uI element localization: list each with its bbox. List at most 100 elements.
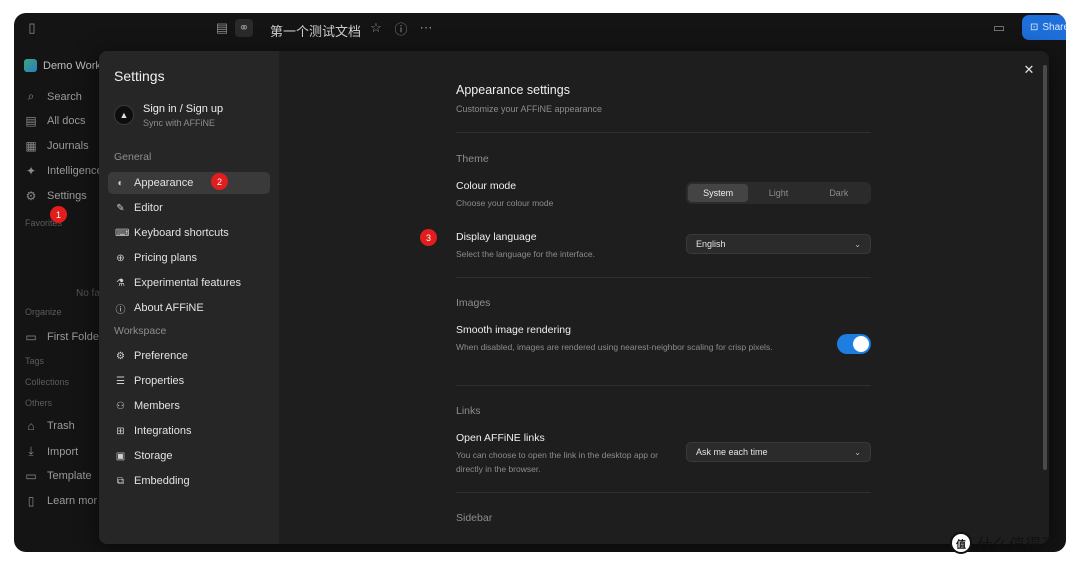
colour-option-system[interactable]: System [688, 184, 749, 202]
images-group-label: Images [456, 297, 491, 309]
share-button[interactable]: ⊡ Share [1022, 15, 1066, 40]
app-window: ▯ ▤ ⚭ 第一个测试文档 ☆ ⓘ ⋯ ▭ ⊡ Share Demo Work … [14, 13, 1066, 552]
gear-icon: ⚙ [25, 189, 37, 203]
account-entry[interactable]: ▲ Sign in / Sign up Sync with AFFiNE [114, 103, 223, 128]
info-icon[interactable]: ⓘ [392, 19, 410, 37]
sidebar-item-settings[interactable]: ⚙ Settings [24, 189, 87, 203]
scrollbar[interactable] [1043, 65, 1047, 470]
gear-icon: ⚙ [116, 350, 125, 362]
annotation-badge-2: 2 [211, 173, 228, 190]
chevron-down-icon: ⌄ [854, 447, 861, 457]
colour-option-light[interactable]: Light [748, 184, 808, 202]
colour-mode-selector: System Light Dark [686, 182, 871, 204]
template-icon: ▭ [25, 469, 37, 483]
edgeless-mode-icon[interactable]: ⚭ [235, 19, 253, 37]
workspace-logo [24, 59, 37, 72]
nav-item-keyboard-shortcuts[interactable]: ⌨ Keyboard shortcuts [108, 222, 270, 244]
sidebar-item-folder[interactable]: ▭ First Folde [24, 330, 99, 344]
language-dropdown[interactable]: English ⌄ [686, 234, 871, 254]
book-icon: ▯ [27, 494, 35, 508]
appearance-subtitle: Customize your AFFiNE appearance [456, 104, 603, 114]
sidebar-item-all-docs[interactable]: ▤ All docs [24, 114, 85, 128]
settings-title: Settings [114, 68, 165, 84]
collections-section[interactable]: Collections [25, 377, 69, 387]
nav-item-preference[interactable]: ⚙ Preference [108, 345, 270, 367]
nav-item-embedding[interactable]: ⧉ Embedding [108, 470, 270, 492]
trash-icon: ⌂ [27, 419, 35, 433]
more-icon[interactable]: ⋯ [417, 19, 435, 37]
search-icon: ⌕ [27, 89, 35, 103]
display-language-label: Display language [456, 231, 537, 243]
sidebar-group-label: Sidebar [456, 512, 493, 524]
chevron-down-icon: ⌄ [854, 239, 861, 249]
colour-mode-desc: Choose your colour mode [456, 198, 554, 208]
links-group-label: Links [456, 405, 481, 417]
nav-item-experimental-features[interactable]: ⚗ Experimental features [108, 272, 270, 294]
folder-icon: ▭ [25, 330, 37, 344]
present-icon[interactable]: ▭ [990, 19, 1008, 37]
tags-section[interactable]: Tags [25, 356, 44, 366]
watermark: 值 什么值得买 [950, 531, 1057, 555]
others-section[interactable]: Others [25, 398, 52, 408]
calendar-icon: ▦ [25, 139, 37, 153]
account-sub: Sync with AFFiNE [143, 118, 216, 128]
lock-icon: ⊡ [1030, 22, 1039, 33]
colour-option-dark[interactable]: Dark [809, 184, 869, 202]
toggle-knob [853, 336, 869, 352]
smooth-rendering-toggle[interactable] [837, 334, 871, 354]
divider [456, 385, 871, 386]
members-icon: ⚇ [116, 400, 125, 412]
info-icon: ⓘ [115, 304, 126, 316]
top-bar: ▯ ▤ ⚭ 第一个测试文档 ☆ ⓘ ⋯ ▭ ⊡ Share [14, 13, 1066, 43]
general-section-label: General [114, 151, 152, 163]
watermark-text: 什么值得买 [977, 535, 1058, 554]
pen-icon: ✎ [116, 202, 125, 214]
import-icon: ⤓ [28, 444, 34, 458]
nav-item-editor[interactable]: ✎ Editor [108, 197, 270, 219]
nav-item-properties[interactable]: ☰ Properties [108, 370, 270, 392]
nav-item-pricing-plans[interactable]: ⊕ Pricing plans [108, 247, 270, 269]
annotation-badge-3: 3 [420, 229, 437, 246]
page-mode-icon[interactable]: ▤ [213, 19, 231, 37]
theme-group-label: Theme [456, 153, 489, 165]
settings-nav: Settings ▲ Sign in / Sign up Sync with A… [99, 51, 279, 544]
display-language-desc: Select the language for the interface. [456, 249, 595, 259]
open-links-dropdown[interactable]: Ask me each time ⌄ [686, 442, 871, 462]
divider [456, 492, 871, 493]
divider [456, 277, 871, 278]
doc-title[interactable]: 第一个测试文档 [270, 21, 361, 40]
sidebar-item-import[interactable]: ⤓ Import [24, 444, 78, 459]
docs-icon: ▤ [25, 114, 37, 128]
account-name: Sign in / Sign up [143, 103, 224, 115]
smooth-rendering-label: Smooth image rendering [456, 324, 571, 336]
workspace-switcher[interactable]: Demo Work [24, 59, 101, 72]
favorites-empty-text: No fa [76, 288, 100, 299]
nav-item-appearance[interactable]: ◐ Appearance [108, 172, 270, 194]
sidebar-item-intelligence[interactable]: ✦ Intelligence [24, 164, 103, 178]
nav-item-members[interactable]: ⚇ Members [108, 395, 270, 417]
sidebar-item-learn-more[interactable]: ▯ Learn mor [24, 494, 97, 508]
sidebar-item-trash[interactable]: ⌂ Trash [24, 419, 74, 433]
list-icon: ☰ [116, 375, 125, 387]
open-links-desc: You can choose to open the link in the d… [456, 450, 658, 474]
upgrade-icon: ⊕ [116, 252, 125, 264]
close-icon[interactable]: ✕ [1021, 62, 1037, 78]
embedding-icon: ⧉ [116, 475, 125, 487]
nav-item-storage[interactable]: ▣ Storage [108, 445, 270, 467]
organize-section[interactable]: Organize [25, 307, 62, 317]
flask-icon: ⚗ [116, 277, 125, 289]
favorite-star-icon[interactable]: ☆ [367, 19, 385, 37]
nav-item-integrations[interactable]: ⊞ Integrations [108, 420, 270, 442]
sidebar-item-template[interactable]: ▭ Template [24, 469, 91, 483]
colour-mode-label: Colour mode [456, 180, 517, 192]
nav-item-about-affine[interactable]: ⓘ About AFFiNE [108, 297, 270, 319]
sidebar-toggle-icon[interactable]: ▯ [23, 19, 41, 37]
sidebar-item-search[interactable]: ⌕ Search [24, 89, 82, 104]
keyboard-icon: ⌨ [115, 227, 130, 239]
smooth-rendering-desc: When disabled, images are rendered using… [456, 342, 773, 352]
settings-modal: Settings ▲ Sign in / Sign up Sync with A… [99, 51, 1049, 544]
sidebar-item-journals[interactable]: ▦ Journals [24, 139, 88, 153]
storage-icon: ▣ [115, 450, 126, 462]
annotation-badge-1: 1 [50, 206, 67, 223]
smzdm-logo-icon: 值 [950, 532, 972, 554]
